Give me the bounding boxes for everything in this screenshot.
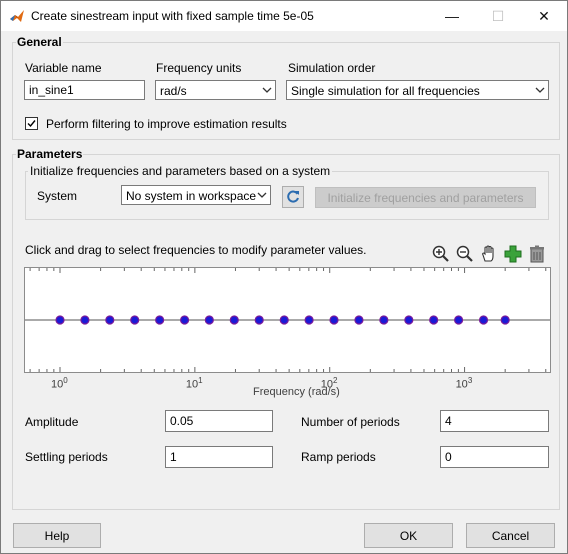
- x-tick-base: 10: [455, 378, 468, 391]
- refresh-icon: [287, 190, 299, 203]
- x-tick-label: 103: [456, 376, 473, 391]
- frequency-point: [179, 315, 190, 325]
- frequency-units-label: Frequency units: [156, 61, 242, 75]
- amplitude-label: Amplitude: [25, 415, 79, 429]
- frequency-point: [304, 315, 314, 325]
- x-tick-base: 10: [185, 378, 199, 391]
- title-bar: Create sinestream input with fixed sampl…: [1, 1, 567, 31]
- frequency-point: [155, 315, 165, 325]
- matlab-icon: [10, 10, 24, 22]
- x-tick-base: 10: [51, 378, 64, 391]
- variable-name-label: Variable name: [25, 61, 102, 75]
- minimize-button[interactable]: —: [429, 1, 475, 31]
- frequency-point: [478, 315, 489, 325]
- window-title: Create sinestream input with fixed sampl…: [31, 9, 314, 23]
- frequency-chart[interactable]: [25, 268, 550, 372]
- frequency-point: [354, 315, 364, 325]
- frequency-units-dropdown[interactable]: rad/s: [155, 80, 276, 100]
- pan-hand-icon[interactable]: [479, 244, 499, 264]
- settling-periods-input[interactable]: 1: [165, 446, 273, 468]
- close-button[interactable]: ✕: [521, 1, 567, 31]
- simulation-order-value: Single simulation for all frequencies: [291, 84, 480, 98]
- system-dropdown[interactable]: No system in workspace: [121, 185, 271, 205]
- x-tick-exponent: 0: [63, 376, 68, 385]
- cancel-button[interactable]: Cancel: [466, 523, 555, 548]
- dialog-window: Create sinestream input with fixed sampl…: [0, 0, 568, 554]
- init-group-title: Initialize frequencies and parameters ba…: [28, 164, 333, 178]
- x-tick-exponent: 2: [332, 376, 338, 385]
- variable-name-input[interactable]: in_sine1: [24, 80, 145, 100]
- ramp-periods-label: Ramp periods: [301, 450, 376, 464]
- parameters-title: Parameters: [16, 147, 84, 161]
- number-of-periods-input[interactable]: 4: [440, 410, 549, 432]
- checkmark-icon: [27, 120, 36, 128]
- help-button[interactable]: Help: [13, 523, 101, 548]
- initialize-button[interactable]: Initialize frequencies and parameters: [315, 187, 536, 208]
- frequency-point: [80, 315, 90, 325]
- zoom-in-icon[interactable]: [431, 244, 451, 264]
- frequency-point: [105, 315, 115, 325]
- filtering-checkbox[interactable]: [25, 117, 38, 130]
- add-icon[interactable]: [503, 244, 523, 264]
- chevron-down-icon: [259, 81, 275, 99]
- x-tick-label: 101: [186, 376, 203, 391]
- frequency-point: [404, 315, 414, 325]
- frequency-point: [204, 315, 214, 325]
- settling-periods-label: Settling periods: [25, 450, 108, 464]
- x-tick-exponent: 3: [467, 376, 473, 385]
- system-label: System: [37, 189, 78, 203]
- frequency-point: [379, 315, 389, 325]
- delete-icon[interactable]: [527, 244, 547, 264]
- chevron-down-icon: [254, 186, 270, 204]
- filtering-label: Perform filtering to improve estimation …: [46, 117, 287, 131]
- frequency-plot[interactable]: [24, 267, 551, 373]
- x-axis-label: Frequency (rad/s): [253, 386, 340, 398]
- system-value: No system in workspace: [126, 189, 257, 203]
- x-tick-label: 100: [51, 376, 68, 391]
- frequency-point: [229, 315, 239, 325]
- refresh-button[interactable]: [282, 186, 304, 208]
- instructions-text: Click and drag to select frequencies to …: [25, 243, 367, 257]
- number-of-periods-label: Number of periods: [301, 415, 400, 429]
- ramp-periods-input[interactable]: 0: [440, 446, 549, 468]
- frequency-point: [429, 315, 439, 325]
- frequency-point: [453, 315, 464, 325]
- x-tick-exponent: 1: [198, 376, 203, 385]
- general-title: General: [16, 35, 63, 49]
- frequency-units-value: rad/s: [160, 84, 187, 98]
- frequency-point: [55, 315, 65, 325]
- simulation-order-dropdown[interactable]: Single simulation for all frequencies: [286, 80, 549, 100]
- chevron-down-icon: [532, 81, 548, 99]
- ok-button[interactable]: OK: [364, 523, 453, 548]
- simulation-order-label: Simulation order: [288, 61, 376, 75]
- maximize-button[interactable]: ☐: [475, 1, 521, 31]
- zoom-out-icon[interactable]: [455, 244, 475, 264]
- frequency-point: [254, 315, 264, 325]
- frequency-point: [130, 315, 140, 325]
- frequency-point: [500, 315, 510, 325]
- frequency-point: [279, 315, 289, 325]
- amplitude-input[interactable]: 0.05: [165, 410, 273, 432]
- frequency-point: [329, 315, 339, 325]
